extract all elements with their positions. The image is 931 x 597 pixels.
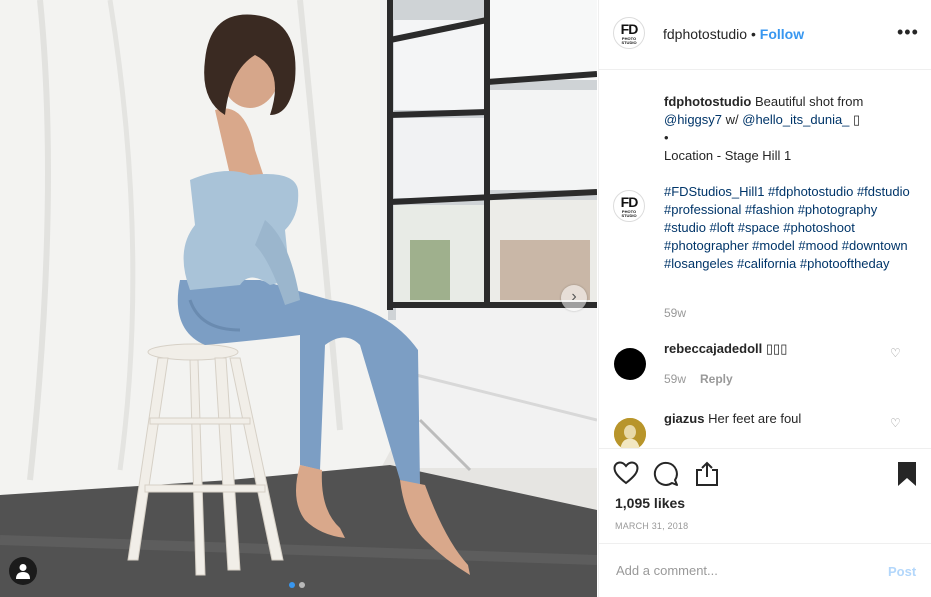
bookmark-icon[interactable] bbox=[897, 461, 917, 487]
post-comment-button[interactable]: Post bbox=[888, 564, 916, 579]
post-header: FD PHOTO STUDIO fdphotostudio • Follow •… bbox=[599, 0, 931, 70]
comment: rebeccajadedoll ▯▯▯ bbox=[664, 340, 914, 358]
likes-count[interactable]: 1,095 likes bbox=[615, 495, 685, 511]
caption-avatar-logo-subtext: PHOTO STUDIO bbox=[621, 209, 637, 218]
post-date: MARCH 31, 2018 bbox=[615, 521, 689, 531]
person-icon bbox=[16, 564, 30, 579]
comment-meta: 59w Reply bbox=[664, 372, 733, 386]
photo-illustration bbox=[0, 0, 597, 597]
comment-text: ▯▯▯ bbox=[762, 341, 788, 356]
caption-username[interactable]: fdphotostudio bbox=[664, 94, 751, 109]
caption-avatar-logo-text: FD bbox=[620, 194, 639, 210]
mention-higgsy7[interactable]: @higgsy7 bbox=[664, 112, 722, 127]
profile-avatar[interactable]: FD PHOTO STUDIO bbox=[613, 17, 645, 49]
caption-emoji: ▯ bbox=[849, 112, 861, 127]
comment-like-icon[interactable]: ♡ bbox=[890, 416, 901, 430]
commenter-avatar[interactable] bbox=[614, 348, 646, 380]
more-options-icon[interactable]: ••• bbox=[897, 22, 919, 43]
header-username[interactable]: fdphotostudio bbox=[663, 26, 747, 42]
comment-input[interactable] bbox=[614, 562, 858, 579]
comment-icon[interactable] bbox=[653, 461, 679, 487]
post-photo[interactable]: › bbox=[0, 0, 597, 597]
reply-button[interactable]: Reply bbox=[700, 372, 733, 386]
comment-username[interactable]: rebeccajadedoll bbox=[664, 341, 762, 356]
follow-button[interactable]: Follow bbox=[760, 26, 804, 42]
share-icon[interactable] bbox=[695, 461, 719, 487]
commenter-avatar[interactable] bbox=[614, 418, 646, 448]
carousel-indicator bbox=[287, 575, 307, 593]
caption-location: Location - Stage Hill 1 bbox=[664, 148, 792, 163]
post-actions: 1,095 likes MARCH 31, 2018 bbox=[599, 448, 931, 543]
avatar-logo-subtext: PHOTO STUDIO bbox=[621, 36, 637, 45]
caption-bullet: • bbox=[664, 130, 669, 145]
caption-hashtags[interactable]: #FDStudios_Hill1 #fdphotostudio #fdstudi… bbox=[664, 184, 910, 271]
comment-username[interactable]: giazus bbox=[664, 411, 704, 426]
mention-hello-its-dunia[interactable]: @hello_its_dunia_ bbox=[742, 112, 849, 127]
avatar-image bbox=[614, 418, 646, 448]
caption-avatar[interactable]: FD PHOTO STUDIO bbox=[613, 190, 645, 222]
tagged-users-button[interactable] bbox=[9, 557, 37, 585]
comment-like-icon[interactable]: ♡ bbox=[890, 346, 901, 360]
avatar-logo-text: FD bbox=[620, 21, 639, 37]
comment-text: Her feet are foul bbox=[704, 411, 802, 426]
carousel-dot bbox=[299, 582, 305, 588]
post-side-panel: FD PHOTO STUDIO fdphotostudio • Follow •… bbox=[598, 0, 931, 597]
caption-text-1: Beautiful shot from bbox=[751, 94, 864, 109]
chevron-right-icon: › bbox=[571, 288, 577, 305]
add-comment-bar: Post bbox=[599, 543, 931, 597]
next-photo-button[interactable]: › bbox=[561, 285, 587, 311]
carousel-dot-active bbox=[289, 582, 295, 588]
heart-icon[interactable] bbox=[613, 461, 639, 485]
caption-time[interactable]: 59w bbox=[664, 306, 686, 320]
header-separator: • bbox=[750, 26, 756, 42]
caption-text-2: w/ bbox=[722, 112, 743, 127]
caption: fdphotostudio Beautiful shot from @higgs… bbox=[664, 93, 914, 273]
comment: giazus Her feet are foul bbox=[664, 410, 914, 428]
comment-time[interactable]: 59w bbox=[664, 372, 686, 386]
comments-list[interactable]: FD PHOTO STUDIO fdphotostudio Beautiful … bbox=[599, 70, 931, 448]
